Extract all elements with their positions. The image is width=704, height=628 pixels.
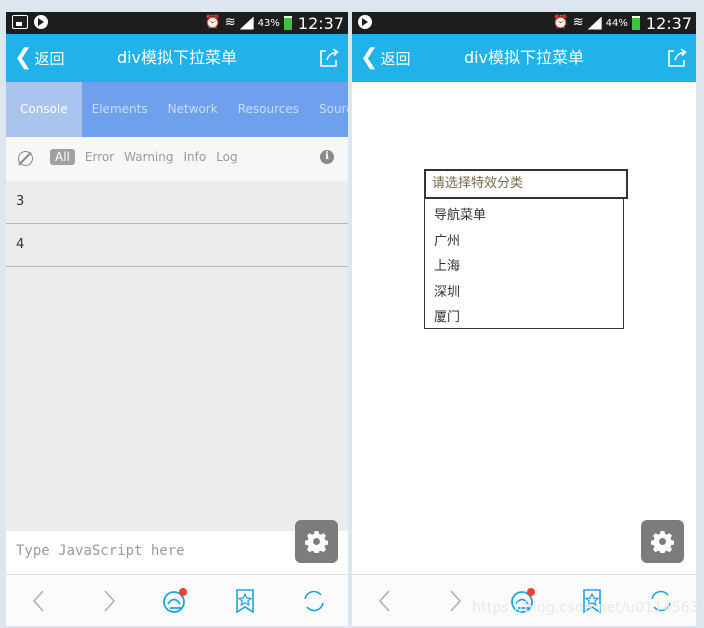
battery-icon: [631, 16, 640, 30]
settings-button[interactable]: [295, 520, 338, 563]
log-entry: 3: [6, 181, 348, 224]
share-icon[interactable]: [666, 47, 688, 69]
dropdown-option[interactable]: 深圳: [434, 280, 486, 306]
console-filter-bar: All Error Warning Info Log i: [6, 137, 348, 181]
status-bar: ⏰ ≋ 43% 12:37: [6, 12, 348, 34]
filter-log[interactable]: Log: [216, 150, 237, 164]
wifi-icon: ≋: [572, 15, 584, 30]
watermark: https://blog.csdn.net/u011456337: [472, 600, 704, 616]
bookmark-star-icon[interactable]: [231, 587, 259, 615]
tab-sources[interactable]: Sourc: [309, 82, 348, 137]
clock: 12:37: [645, 13, 692, 33]
status-bar: ⏰ ≋ 44% 12:37: [352, 12, 696, 34]
gear-icon: [305, 530, 328, 553]
signal-icon: [587, 16, 602, 30]
app-notification-icon: [358, 15, 372, 29]
battery-percent: 44%: [605, 17, 628, 29]
tab-elements[interactable]: Elements: [82, 82, 158, 137]
dropdown-option[interactable]: 广州: [434, 229, 486, 255]
tab-resources[interactable]: Resources: [228, 82, 309, 137]
filter-all[interactable]: All: [50, 149, 75, 165]
info-icon[interactable]: i: [320, 150, 334, 164]
phone-right: ⏰ ≋ 44% 12:37 ❮ 返回 div模拟下拉菜单 请选择特效分类 导航菜…: [352, 12, 696, 626]
dropdown-option[interactable]: 上海: [434, 254, 486, 280]
app-notification-icon: [34, 15, 48, 29]
page-title: div模拟下拉菜单: [463, 48, 585, 67]
chevron-left-icon[interactable]: [372, 587, 400, 615]
dropdown-select[interactable]: 请选择特效分类: [424, 169, 628, 199]
chevron-right-icon[interactable]: [94, 587, 122, 615]
battery-icon: [283, 16, 292, 30]
alarm-icon: ⏰: [204, 15, 221, 30]
filter-error[interactable]: Error: [85, 150, 114, 164]
tab-console[interactable]: Console: [6, 82, 82, 137]
dropdown-options: 导航菜单 广州 上海 深圳 厦门: [434, 203, 486, 331]
dropdown-option[interactable]: 导航菜单: [434, 203, 486, 229]
console-output: 3 4: [6, 181, 348, 531]
javascript-input-placeholder: Type JavaScript here: [16, 543, 185, 559]
screenshot-notification-icon: [12, 15, 28, 29]
wifi-icon: ≋: [224, 15, 236, 30]
battery-percent: 43%: [257, 17, 280, 29]
phone-left: ⏰ ≋ 43% 12:37 ❮ 返回 div模拟下拉菜单 Console Elem…: [6, 12, 348, 626]
header-bar: ❮ 返回 div模拟下拉菜单: [6, 34, 348, 82]
devtools-tabs: ConsoleElementsNetworkResourcesSourc: [6, 82, 348, 137]
refresh-icon[interactable]: [300, 587, 328, 615]
chevron-right-icon[interactable]: [440, 587, 468, 615]
clock: 12:37: [297, 13, 344, 33]
alarm-icon: ⏰: [552, 15, 569, 30]
clear-console-icon[interactable]: [18, 151, 33, 166]
filter-info[interactable]: Info: [183, 150, 206, 164]
header-bar: ❮ 返回 div模拟下拉菜单: [352, 34, 696, 82]
page-title: div模拟下拉菜单: [116, 48, 238, 67]
home-icon[interactable]: [161, 587, 189, 615]
settings-button[interactable]: [641, 520, 684, 563]
dropdown-option[interactable]: 厦门: [434, 305, 486, 331]
log-entry: 4: [6, 224, 348, 267]
share-icon[interactable]: [318, 47, 340, 69]
tab-network[interactable]: Network: [158, 82, 228, 137]
signal-icon: [239, 16, 254, 30]
chevron-left-icon[interactable]: [26, 587, 54, 615]
gear-icon: [651, 530, 674, 553]
browser-toolbar: [6, 574, 348, 626]
filter-warning[interactable]: Warning: [124, 150, 173, 164]
